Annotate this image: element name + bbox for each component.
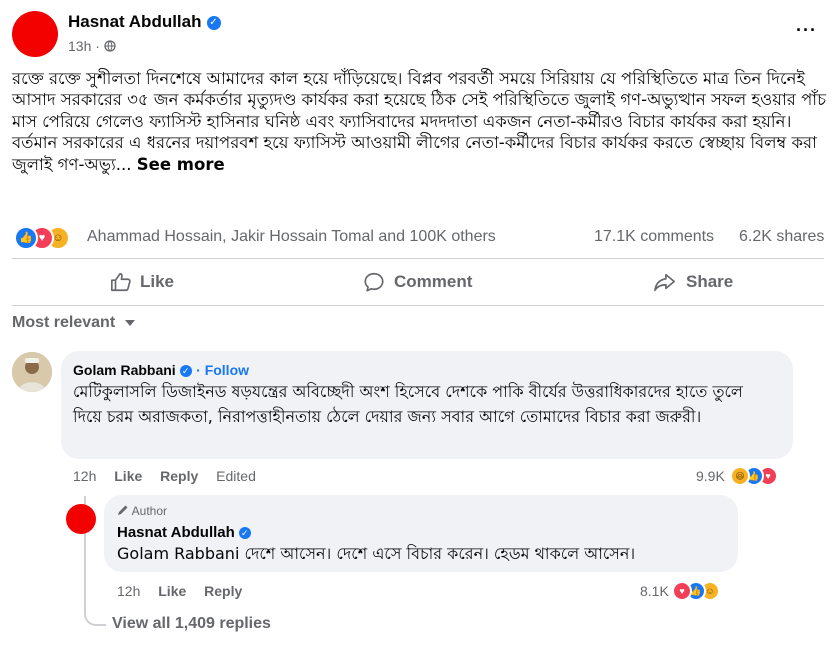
- comment-button[interactable]: Comment: [362, 268, 472, 296]
- commenter-avatar[interactable]: [12, 352, 52, 392]
- reply-reaction-count[interactable]: 8.1K: [640, 583, 669, 599]
- post-author-name[interactable]: Hasnat Abdullah: [68, 12, 202, 31]
- reply-header: Hasnat Abdullah ✓: [117, 524, 251, 542]
- caret-down-icon: [124, 320, 135, 326]
- shares-count[interactable]: 6.2K shares: [739, 228, 824, 246]
- haha-reaction-icon: 😆: [730, 466, 750, 486]
- post-text: রক্তে রক্তে সুশীলতা দিনশেষে আমাদের কাল হ…: [12, 69, 826, 174]
- thread-line-curve: [84, 600, 106, 626]
- view-all-replies-link[interactable]: View all 1,409 replies: [112, 615, 271, 633]
- post-text-block: রক্তে রক্তে সুশীলতা দিনশেষে আমাদের কাল হ…: [12, 68, 827, 175]
- comment-text: মেটিকুলাসলি ডিজাইনড ষড়যন্ত্রের অবিচ্ছেদ…: [73, 382, 743, 426]
- divider-top: [12, 258, 824, 259]
- comment-sort-label: Most relevant: [12, 314, 116, 331]
- share-button-label: Share: [686, 272, 734, 291]
- reply-reply-button[interactable]: Reply: [204, 583, 242, 599]
- follow-button[interactable]: · Follow: [196, 362, 249, 378]
- comment-reaction-count[interactable]: 9.9K: [696, 468, 725, 484]
- comment-header: Golam Rabbani ✓ · Follow: [73, 362, 249, 380]
- share-arrow-icon: [654, 273, 675, 292]
- reply-meta: 12h Like Reply: [117, 583, 256, 599]
- thumbs-up-icon: [111, 272, 131, 292]
- see-more-link[interactable]: See more: [137, 155, 225, 174]
- comment-bubble-icon: [364, 272, 384, 292]
- verified-badge-icon: ✓: [179, 364, 192, 377]
- globe-icon: [104, 40, 116, 52]
- comments-count[interactable]: 17.1K comments: [594, 228, 714, 246]
- comment-author-name[interactable]: Golam Rabbani: [73, 362, 176, 378]
- like-reaction-icon: 👍: [14, 226, 38, 250]
- reaction-icons[interactable]: 👍 ♥ ☺: [14, 226, 82, 250]
- reply-author-avatar[interactable]: [66, 504, 96, 534]
- love-reaction-icon: ♥: [672, 581, 692, 601]
- comment-button-label: Comment: [394, 272, 473, 291]
- pencil-icon: [118, 505, 128, 515]
- comment-time[interactable]: 12h: [73, 468, 96, 484]
- post-author-avatar[interactable]: [12, 11, 58, 57]
- more-options-icon[interactable]: ···: [796, 20, 817, 41]
- like-button[interactable]: Like: [110, 268, 174, 296]
- comment-reply-button[interactable]: Reply: [160, 468, 198, 484]
- verified-badge-icon: ✓: [206, 15, 221, 30]
- author-tag: Author: [117, 504, 167, 518]
- comment-like-button[interactable]: Like: [114, 468, 142, 484]
- reply-reaction-icons[interactable]: ♥ 👍 ☺: [672, 581, 732, 601]
- post-timestamp[interactable]: 13h ·: [68, 38, 100, 54]
- reply-time[interactable]: 12h: [117, 583, 140, 599]
- comment-meta: 12h Like Reply Edited: [73, 468, 270, 484]
- like-button-label: Like: [140, 272, 175, 291]
- post-author-line: Hasnat Abdullah ✓: [68, 12, 221, 32]
- comment-sort-dropdown[interactable]: Most relevant: [12, 314, 136, 332]
- comment-edited-label[interactable]: Edited: [216, 468, 256, 484]
- verified-badge-icon: ✓: [238, 526, 251, 539]
- person-portrait-icon: [12, 352, 52, 392]
- reply-author-name[interactable]: Hasnat Abdullah: [117, 524, 235, 541]
- share-button[interactable]: Share: [652, 268, 733, 296]
- comment-reaction-icons[interactable]: 😆 👍 ♥: [730, 466, 790, 486]
- post-time-line: 13h ·: [68, 38, 116, 54]
- reactors-summary[interactable]: Ahammad Hossain, Jakir Hossain Tomal and…: [87, 228, 496, 246]
- author-tag-label: Author: [131, 504, 168, 518]
- divider-bottom: [12, 305, 824, 306]
- reply-text: Golam Rabbani দেশে আসেন। দেশে এসে বিচার …: [117, 544, 636, 563]
- reply-like-button[interactable]: Like: [158, 583, 186, 599]
